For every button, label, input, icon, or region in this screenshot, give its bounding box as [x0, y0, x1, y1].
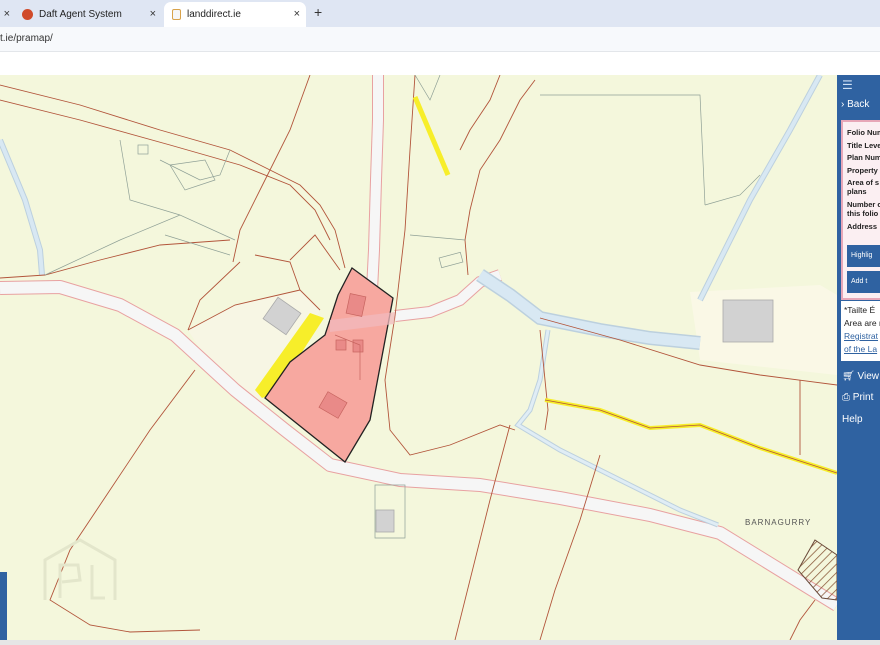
daft-favicon-icon — [22, 9, 33, 20]
field-lines — [44, 75, 761, 539]
tab-landdirect[interactable]: landdirect.ie × — [164, 2, 306, 27]
browser-tab-bar: × Daft Agent System × landdirect.ie × + — [0, 0, 880, 27]
map-svg[interactable]: BARNAGURRY PL — [0, 75, 837, 640]
address-label: Address — [847, 222, 878, 231]
close-tab-icon[interactable]: × — [294, 8, 300, 20]
help-label: Help — [842, 414, 863, 425]
tab-label: Daft Agent System — [39, 9, 122, 20]
stream — [0, 139, 44, 276]
menu-icon[interactable]: ☰ — [842, 78, 853, 92]
close-tab-icon[interactable]: × — [150, 8, 156, 20]
back-button[interactable]: › Back — [841, 99, 869, 110]
property-label: Property — [847, 166, 878, 175]
cart-icon: 🛒︎ — [842, 371, 855, 382]
map-placename: BARNAGURRY — [745, 518, 811, 527]
note-text: Area are r — [844, 318, 880, 328]
print-label: Print — [852, 392, 874, 403]
map-canvas[interactable]: BARNAGURRY PL — [0, 75, 837, 640]
horizontal-scrollbar[interactable] — [0, 640, 880, 645]
help-link[interactable]: Help — [842, 414, 863, 425]
area-label-cont: plans — [847, 187, 867, 196]
chevron-right-icon: › — [841, 99, 845, 110]
view-button[interactable]: 🛒︎ View — [842, 371, 879, 382]
watermark-logo — [43, 538, 117, 600]
land-link[interactable]: of the La — [844, 344, 877, 354]
print-button[interactable]: ⎙ Print — [842, 392, 873, 403]
number-label-cont: this folio — [847, 209, 879, 218]
address-bar[interactable]: t.ie/pramap/ — [0, 27, 880, 52]
folio-info-card: Folio Num Title Leve Plan Num Property A… — [841, 120, 880, 300]
page-header-strip — [0, 52, 880, 75]
new-tab-button[interactable]: + — [314, 4, 322, 20]
title-level-label: Title Leve — [847, 141, 880, 150]
folio-number-label: Folio Num — [847, 128, 880, 137]
map-control-tab[interactable] — [0, 572, 7, 640]
landdirect-favicon-icon — [172, 9, 181, 20]
back-label: Back — [847, 99, 870, 110]
registration-link[interactable]: Registrat — [844, 331, 878, 341]
view-label: View — [857, 371, 879, 382]
url-text[interactable]: t.ie/pramap/ — [0, 33, 53, 44]
note-card: *Tailte É Area are r Registrat of the La — [841, 301, 880, 361]
tab-label: landdirect.ie — [187, 9, 241, 20]
yellow-mark — [412, 96, 451, 176]
number-label: Number o — [847, 200, 880, 209]
tab-partial[interactable]: × — [0, 2, 14, 27]
area-label: Area of s — [847, 178, 880, 187]
side-panel: ☰ › Back Folio Num Title Leve Plan Num P… — [837, 75, 880, 640]
add-button[interactable]: Add t — [847, 271, 880, 293]
note-text: *Tailte É — [844, 305, 876, 315]
printer-icon: ⎙ — [842, 392, 850, 403]
highlight-button[interactable]: Highlig — [847, 245, 880, 267]
close-tab-icon[interactable]: × — [4, 8, 10, 20]
plan-number-label: Plan Num — [847, 153, 880, 162]
tab-daft[interactable]: Daft Agent System × — [16, 2, 162, 27]
